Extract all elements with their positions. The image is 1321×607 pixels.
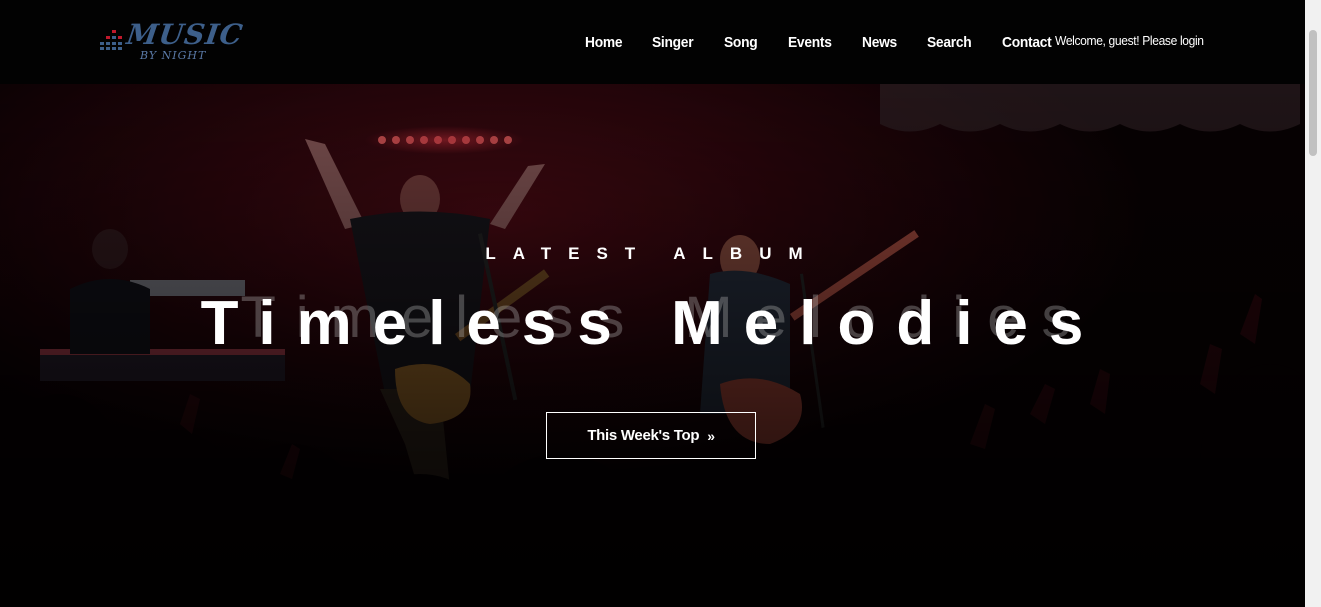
- this-weeks-top-button[interactable]: This Week's Top »: [546, 412, 756, 459]
- equalizer-icon: [100, 30, 122, 50]
- logo-wordmark: MUSIC: [124, 18, 246, 51]
- nav-news[interactable]: News: [862, 34, 897, 51]
- main-nav: Home Singer Song Events News Search Cont…: [585, 0, 1083, 84]
- nav-song[interactable]: Song: [724, 34, 758, 51]
- hero-kicker: LATEST ALBUM: [485, 244, 820, 263]
- nav-contact[interactable]: Contact: [1002, 34, 1052, 51]
- nav-singer[interactable]: Singer: [652, 34, 694, 51]
- double-chevron-right-icon: »: [707, 427, 715, 444]
- this-weeks-top-label: This Week's Top: [587, 427, 700, 444]
- nav-home[interactable]: Home: [585, 34, 623, 51]
- hero-title: Timeless Melodies: [200, 289, 1105, 358]
- scrollbar-thumb[interactable]: [1309, 30, 1317, 156]
- site-header: MUSIC BY NIGHT Home Singer Song Events N…: [0, 0, 1305, 84]
- page-scrollbar[interactable]: [1305, 0, 1321, 607]
- logo-tagline: BY NIGHT: [140, 49, 207, 62]
- login-link[interactable]: Welcome, guest! Please login: [1055, 33, 1204, 48]
- nav-events[interactable]: Events: [788, 34, 832, 51]
- hero-section: LATEST ALBUM Timeless Melodies Timeless …: [0, 84, 1305, 607]
- site-logo[interactable]: MUSIC BY NIGHT: [100, 18, 245, 68]
- nav-search[interactable]: Search: [927, 34, 972, 51]
